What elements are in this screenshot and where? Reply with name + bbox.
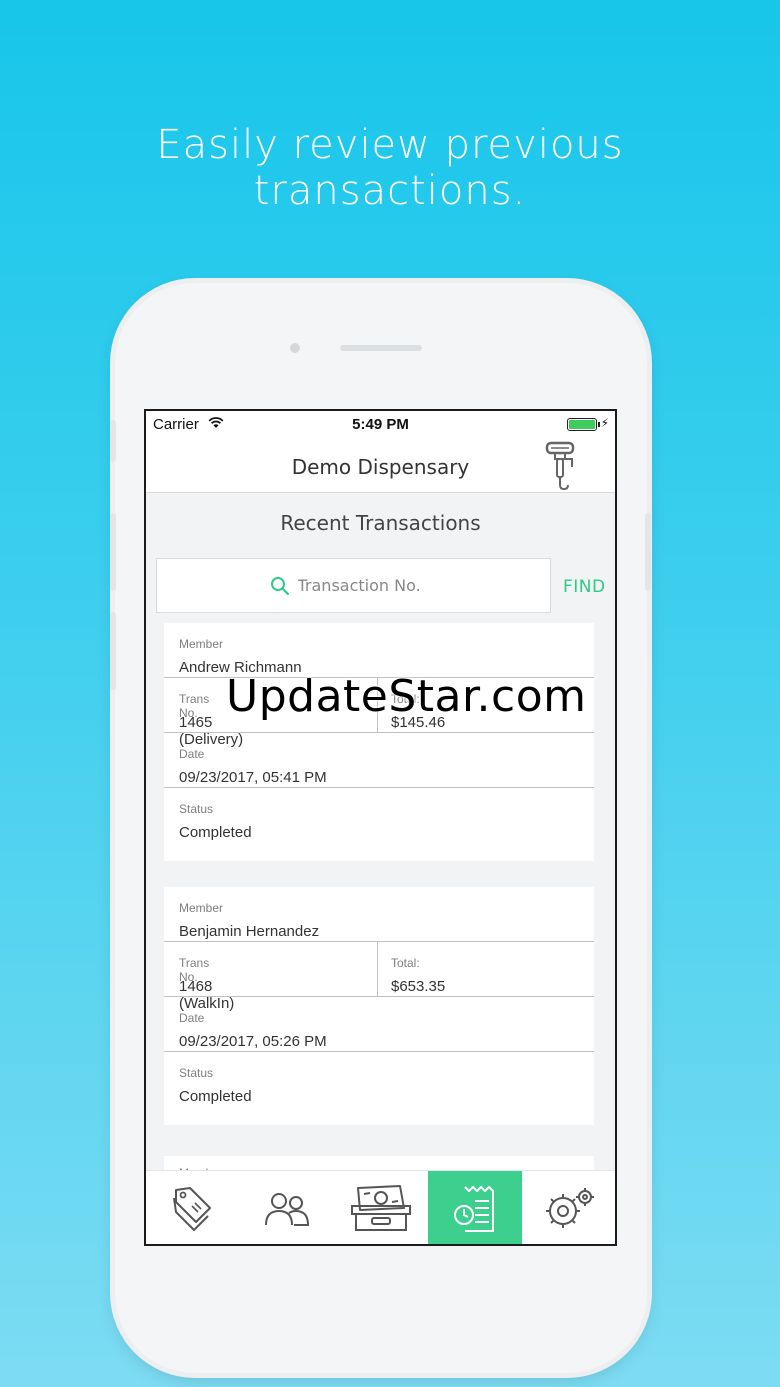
status-field: Status Completed xyxy=(164,1052,594,1107)
gears-icon xyxy=(546,1188,594,1228)
date-value: 09/23/2017, 05:41 PM xyxy=(179,769,327,786)
status-bar: Carrier 5:49 PM ⚡ xyxy=(146,411,615,437)
tab-settings[interactable] xyxy=(522,1171,615,1244)
status-value: Completed xyxy=(179,824,252,841)
date-value: 09/23/2017, 05:26 PM xyxy=(179,1033,327,1050)
date-label: Date xyxy=(179,1011,205,1025)
power-button xyxy=(645,513,651,591)
status-label: Status xyxy=(179,802,214,816)
volume-up-button xyxy=(110,513,116,591)
tab-transactions[interactable] xyxy=(428,1171,522,1244)
cash-drawer-icon xyxy=(351,1185,411,1231)
people-icon xyxy=(265,1193,310,1226)
charging-icon: ⚡ xyxy=(600,416,609,430)
date-field: Date 09/23/2017, 05:26 PM xyxy=(164,997,594,1052)
tab-cash[interactable] xyxy=(334,1171,428,1244)
total-field: Total: $653.35 xyxy=(377,942,594,997)
battery-icon xyxy=(567,418,600,431)
status-field: Status Completed xyxy=(164,788,594,843)
mute-switch xyxy=(110,420,116,462)
search-icon xyxy=(270,576,289,595)
headline: Easily review previous transactions. xyxy=(0,122,780,214)
headline-line-2: transactions. xyxy=(253,168,527,214)
member-field: Member Andrew Richmann xyxy=(164,623,594,678)
hanging-scale-icon[interactable] xyxy=(541,439,585,491)
price-tags-icon xyxy=(173,1187,211,1231)
watermark: UpdateStar.com xyxy=(226,671,587,722)
date-label: Date xyxy=(179,747,205,761)
total-label: Total: xyxy=(391,956,420,970)
volume-down-button xyxy=(110,612,116,690)
transaction-card[interactable]: Member Benjamin Hernandez Trans No. 1468… xyxy=(164,887,594,1125)
tab-tags[interactable] xyxy=(146,1171,240,1244)
member-value: Benjamin Hernandez xyxy=(179,923,320,940)
status-time: 5:49 PM xyxy=(352,416,409,433)
tab-members[interactable] xyxy=(240,1171,334,1244)
trans-total-row: Trans No. 1468 (WalkIn) Total: $653.35 xyxy=(164,942,594,1012)
receipt-clock-icon xyxy=(454,1186,494,1232)
transaction-card[interactable]: Member Andrew Richmann Trans No. 1465 (D… xyxy=(164,623,594,861)
status-value: Completed xyxy=(179,1088,252,1105)
app-screen: Carrier 5:49 PM ⚡ Demo Dispensary Recent… xyxy=(144,409,617,1246)
search-input[interactable] xyxy=(297,576,438,595)
total-value: $653.35 xyxy=(391,978,446,995)
find-button[interactable]: FIND xyxy=(563,577,606,597)
member-label: Member xyxy=(179,901,224,915)
front-camera xyxy=(290,343,300,353)
date-field: Date 09/23/2017, 05:41 PM xyxy=(164,733,594,788)
nav-bar: Demo Dispensary xyxy=(146,437,615,493)
member-field: Member Benjamin Hernandez xyxy=(164,887,594,942)
tab-bar xyxy=(146,1170,615,1244)
search-field[interactable] xyxy=(156,558,551,613)
status-label: Status xyxy=(179,1066,214,1080)
member-label: Member xyxy=(179,637,224,651)
earpiece-speaker xyxy=(340,345,422,351)
section-title: Recent Transactions xyxy=(280,511,481,535)
headline-line-1: Easily review previous xyxy=(156,122,624,168)
